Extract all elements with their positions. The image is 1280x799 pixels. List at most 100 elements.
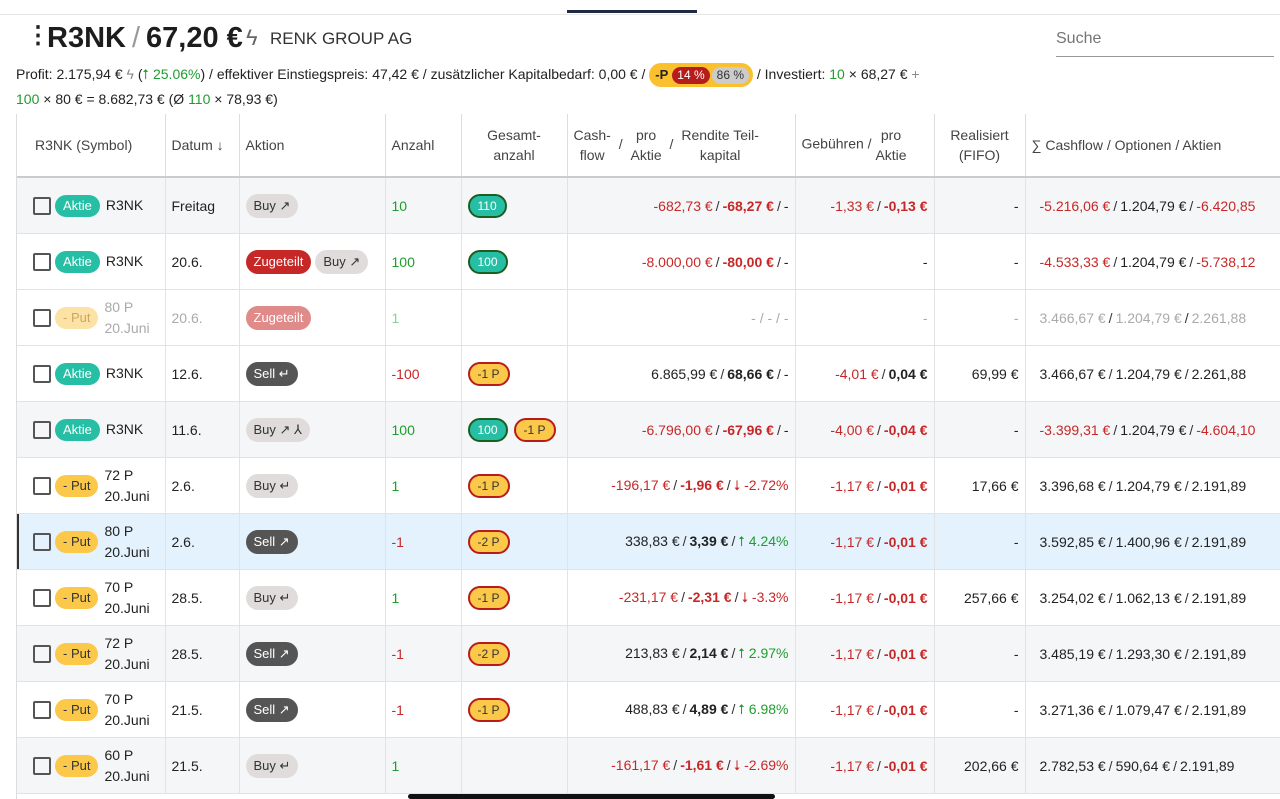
type-chip: Aktie xyxy=(55,362,100,385)
table-row[interactable]: - Put70 P 20.Juni 28.5. Buy ↵ 1 -1 P -231,17 €… xyxy=(17,569,1280,626)
symbol-text: 80 P 20.Juni xyxy=(104,522,150,560)
gesamt-cell xyxy=(461,737,568,794)
sum-cashflow: -3.399,31 € xyxy=(1039,421,1111,438)
table-row[interactable]: - Put70 P 20.Juni 21.5. Sell ↗ -1 -1 P 488,83 … xyxy=(17,681,1280,738)
action-cell: Buy ↗ xyxy=(239,177,386,234)
table-row[interactable]: - Put80 P 20.Juni 20.6. Zugeteilt 1- / - / -… xyxy=(17,289,1280,346)
sum-cashflow: -5.216,06 € xyxy=(1039,197,1111,214)
price: 67,20 € xyxy=(146,22,243,54)
anzahl-value: -1 xyxy=(391,645,404,662)
avg-count: 110 xyxy=(188,91,211,108)
cashflow-sum-cell: 3.271,36 €/1.079,47 €/2.191,89 xyxy=(1025,681,1280,738)
col-cashflow-sum[interactable]: ∑ Cashflow / Optionen / Aktien xyxy=(1025,114,1280,178)
action-cell: Buy ↗ ⅄ xyxy=(239,401,386,458)
row-checkbox[interactable] xyxy=(33,756,51,775)
row-checkbox[interactable] xyxy=(33,476,51,495)
row-checkbox[interactable] xyxy=(33,532,51,551)
cashflow-value: -196,17 € xyxy=(611,477,671,493)
active-tab-indicator xyxy=(567,10,697,13)
col-gebuehren[interactable]: Gebühren / pro Aktie xyxy=(795,114,935,178)
transactions-table: R3NK (Symbol) Datum ↓ Aktion Anzahl Gesa… xyxy=(16,114,1280,799)
more-vert-icon[interactable]: ⋮ xyxy=(26,24,50,50)
gebuehr-pro-value: -0,01 € xyxy=(883,645,928,662)
anzahl-value: 10 xyxy=(391,197,408,214)
rendite-value: - xyxy=(783,421,789,438)
col-cashflow[interactable]: Cash-flow / pro Aktie / Rendite Teil-kapi… xyxy=(567,114,796,178)
action-cell: Sell ↵ xyxy=(239,345,386,402)
rendite-value: ⭡ 2.97% xyxy=(738,645,789,661)
inv-price1: 68,27 € xyxy=(860,66,908,82)
date-cell: 21.5. xyxy=(165,737,240,794)
inv-count2: 100 xyxy=(16,91,40,108)
action-button[interactable]: Buy ↵ xyxy=(245,753,299,778)
cashflow-cell: 213,83 €/2,14 € / ⭡ 2.97% xyxy=(567,625,796,682)
col-aktion[interactable]: Aktion xyxy=(239,114,386,178)
anzahl-value: 1 xyxy=(391,757,400,774)
cashflow-cell: -682,73 € / -68,27 € / - xyxy=(567,177,796,234)
row-checkbox[interactable] xyxy=(33,252,51,271)
realisiert-cell: - xyxy=(934,233,1026,290)
cashflow-sum-cell: 3.466,67 €/1.204,79 €/2.261,88 xyxy=(1025,345,1280,402)
col-realisiert[interactable]: Realisiert (FIFO) xyxy=(934,114,1026,178)
col-anzahl[interactable]: Anzahl xyxy=(385,114,462,178)
row-checkbox[interactable] xyxy=(33,644,51,663)
table-row[interactable]: Aktie R3NK 12.6. Sell ↵ -100 -1 P 6.865,99 €/6… xyxy=(17,345,1280,402)
cashflow-sum-cell: 3.592,85 €/1.400,96 €/2.191,89 xyxy=(1025,513,1280,570)
row-checkbox[interactable] xyxy=(33,308,51,327)
anzahl-cell: 100 xyxy=(385,233,462,290)
action-button[interactable]: Zugeteilt xyxy=(245,305,312,330)
stats-line: Profit: 2.175,94 € ϟ (⭡ 25.06%) / effekt… xyxy=(16,62,1276,111)
gebuehr-pro-value: -0,01 € xyxy=(883,477,928,494)
symbol-text: 70 P 20.Juni xyxy=(104,578,150,616)
type-chip: - Put xyxy=(55,474,99,497)
gebuehr-cell: -1,33 € / -0,13 € xyxy=(795,177,935,234)
col-datum[interactable]: Datum ↓ xyxy=(165,114,240,178)
anzahl-cell: 1 xyxy=(385,737,462,794)
search-field[interactable] xyxy=(1056,30,1274,57)
gebuehr-cell: -4,00 € / -0,04 € xyxy=(795,401,935,458)
search-input[interactable] xyxy=(1056,30,1266,48)
row-checkbox[interactable] xyxy=(33,364,51,383)
row-checkbox[interactable] xyxy=(33,700,51,719)
symbol-cell: Aktie R3NK xyxy=(17,233,166,290)
row-checkbox[interactable] xyxy=(33,420,51,439)
gesamt-cell xyxy=(461,289,568,346)
row-checkbox[interactable] xyxy=(33,588,51,607)
action-cell: Buy ↵ xyxy=(239,569,386,626)
action-button[interactable]: Buy ↵ xyxy=(245,585,299,610)
cashflow-cell: 488,83 €/4,89 € / ⭡ 6.98% xyxy=(567,681,796,738)
action-button[interactable]: Buy ↵ xyxy=(245,473,299,498)
table-row[interactable]: - Put60 P 20.Juni 21.5. Buy ↵ 1 -161,17 € / -1,… xyxy=(17,737,1280,794)
row-checkbox[interactable] xyxy=(33,196,51,215)
action-button[interactable]: Sell ↗ xyxy=(245,529,298,554)
horizontal-scrollbar[interactable] xyxy=(408,794,775,799)
action-button[interactable]: Sell ↵ xyxy=(245,361,298,386)
put-ratio-pill[interactable]: -P 14 % 86 % xyxy=(649,63,753,88)
gesamt-cell: 100 xyxy=(461,233,568,290)
col-symbol[interactable]: R3NK (Symbol) xyxy=(17,114,166,178)
action-button[interactable]: Zugeteilt xyxy=(245,249,312,274)
table-row[interactable]: - Put80 P 20.Juni 2.6. Sell ↗ -1 -2 P 338,83 €… xyxy=(17,513,1280,570)
table-row[interactable]: - Put72 P 20.Juni 2.6. Buy ↵ 1 -1 P -196,17 € /… xyxy=(17,457,1280,514)
action-button[interactable]: Sell ↗ xyxy=(245,641,298,666)
sum-optionen: 1.204,79 € xyxy=(1120,253,1187,270)
pro-aktie-value: -68,27 € xyxy=(722,197,774,214)
col-gesamtanzahl[interactable]: Gesamt-anzahl xyxy=(461,114,568,178)
table-row[interactable]: Aktie R3NK 11.6. Buy ↗ ⅄ 100 100 -1 P -6.796,00… xyxy=(17,401,1280,458)
table-row[interactable]: - Put72 P 20.Juni 28.5. Sell ↗ -1 -2 P 213,83 … xyxy=(17,625,1280,682)
gesamt-badge: -1 P xyxy=(467,361,510,386)
table-row[interactable]: Aktie R3NK 20.6. Zugeteilt Buy ↗ 100 100 -8.000… xyxy=(17,233,1280,290)
anzahl-value: 100 xyxy=(391,253,415,270)
action-button[interactable]: Sell ↗ xyxy=(245,697,298,722)
table-row[interactable]: Aktie R3NK Freitag Buy ↗ 10 110 -682,73 € / -68,… xyxy=(17,177,1280,234)
symbol-cell: - Put72 P 20.Juni xyxy=(17,625,166,682)
gebuehr-cell: - xyxy=(795,233,935,290)
action-button[interactable]: Buy ↗ xyxy=(315,249,369,274)
table-header: R3NK (Symbol) Datum ↓ Aktion Anzahl Gesa… xyxy=(17,114,1280,178)
realisiert-cell: 202,66 € xyxy=(934,737,1026,794)
pro-aktie-value: 3,39 € xyxy=(689,533,729,549)
sum-optionen: 1.204,79 € xyxy=(1115,477,1182,494)
action-button[interactable]: Buy ↗ ⅄ xyxy=(245,417,310,442)
gesamt-cell: -1 P xyxy=(461,345,568,402)
action-button[interactable]: Buy ↗ xyxy=(245,193,299,218)
